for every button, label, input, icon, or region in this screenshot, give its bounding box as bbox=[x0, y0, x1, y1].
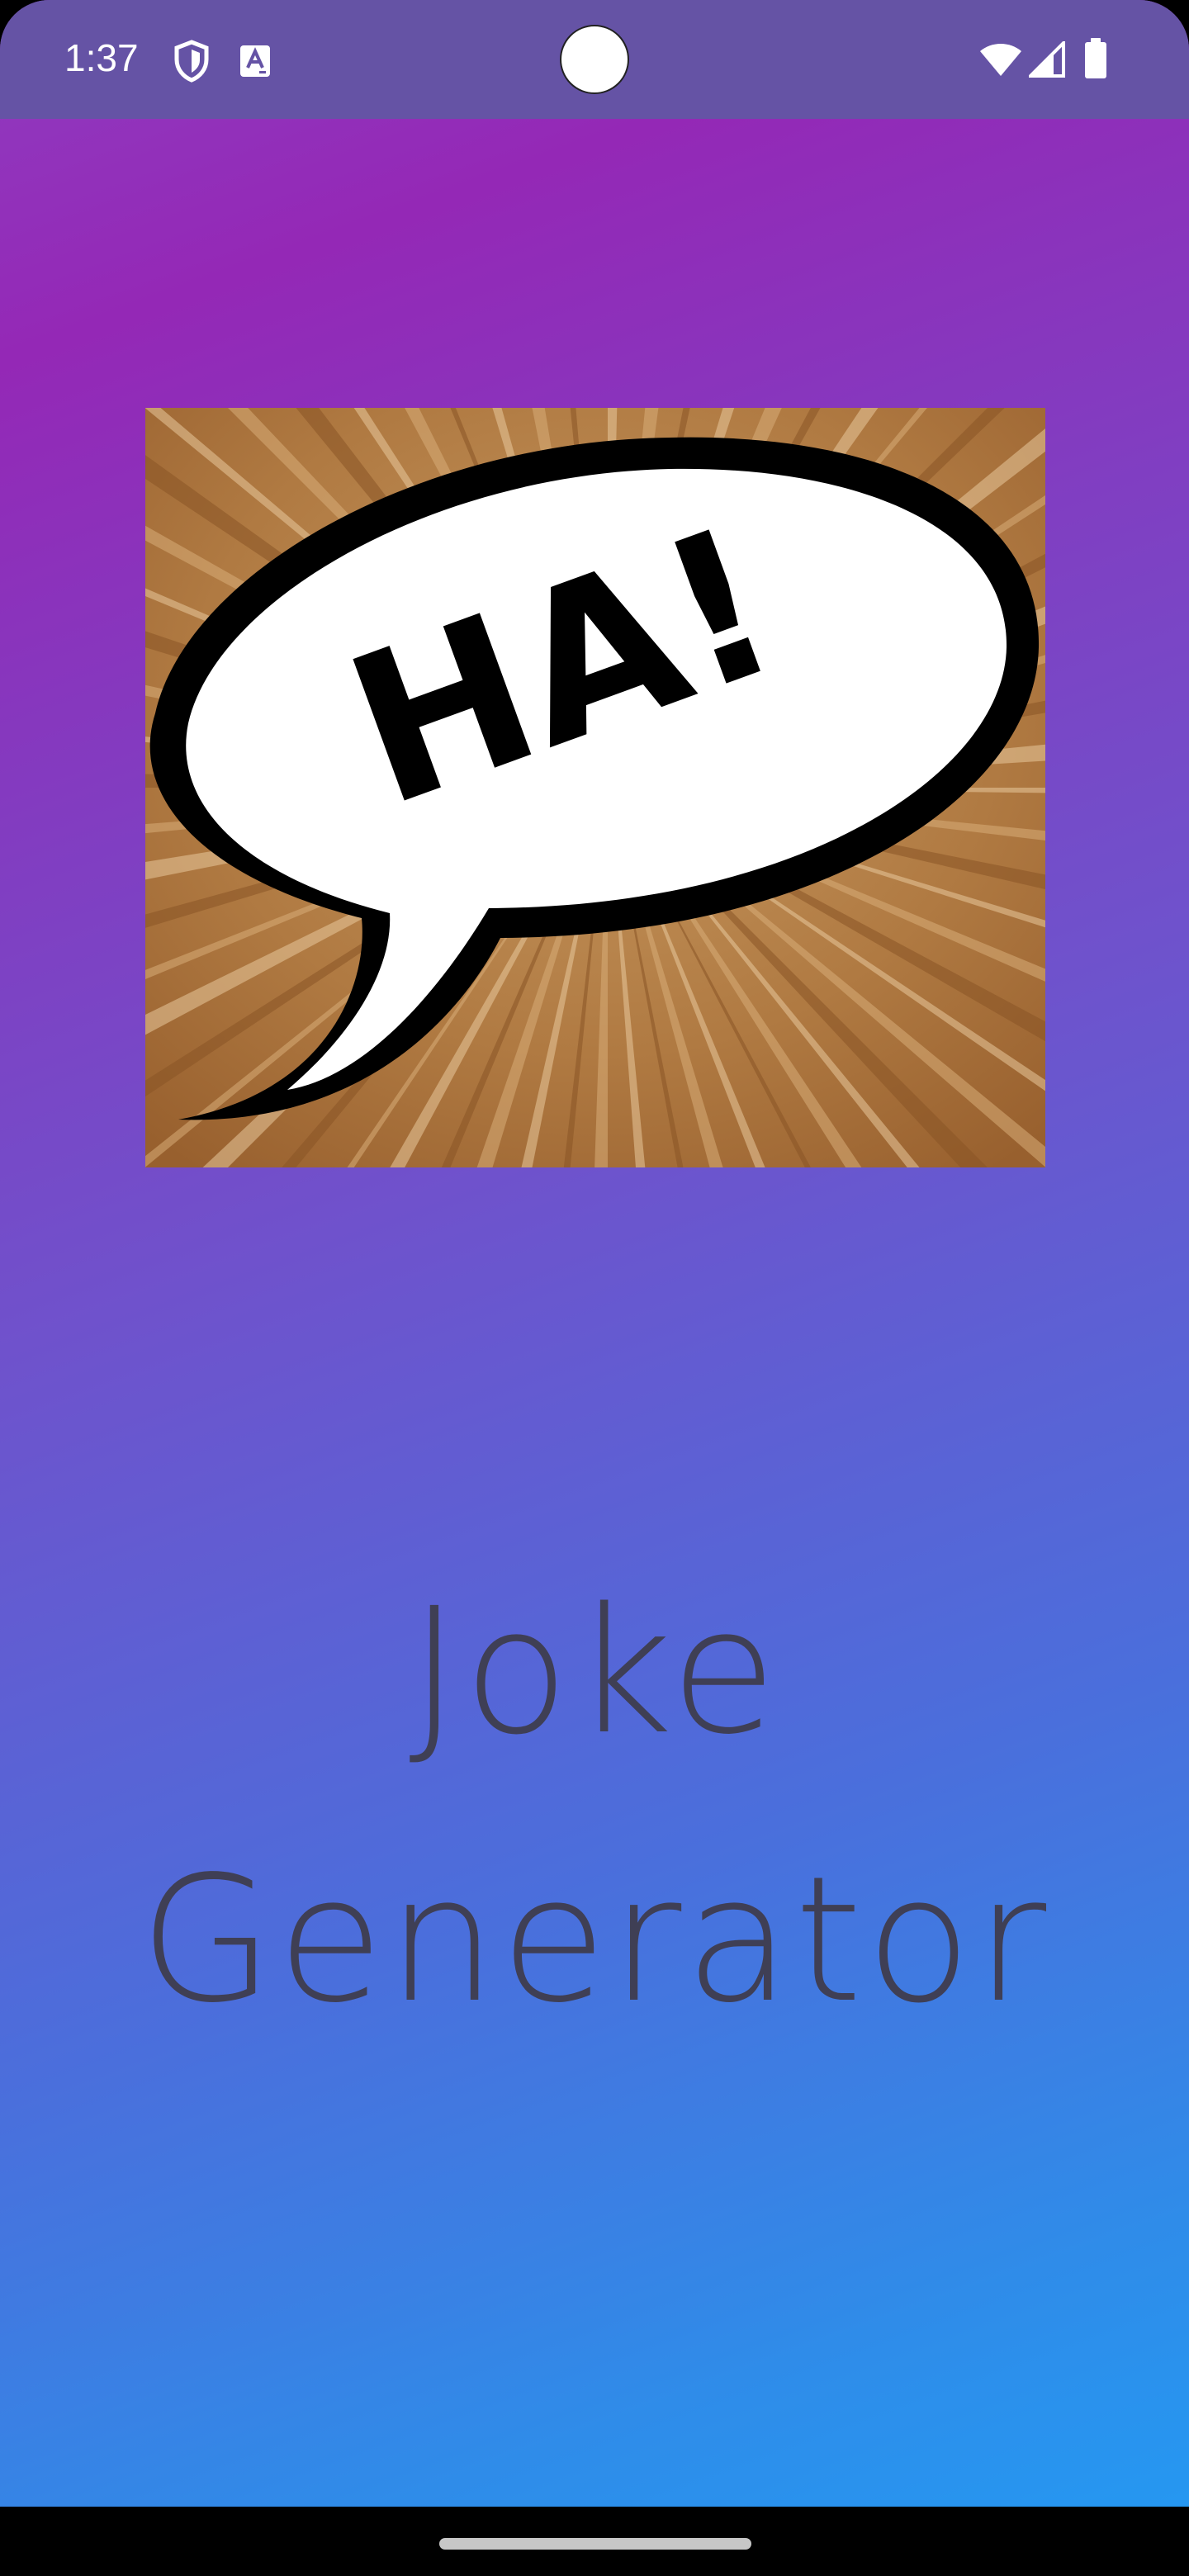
navigation-bar bbox=[0, 2507, 1189, 2576]
battery-icon bbox=[1085, 38, 1106, 78]
wifi-icon bbox=[980, 44, 1021, 76]
status-time: 1:37 bbox=[64, 36, 139, 79]
ha-speech-bubble-image: HA! bbox=[145, 408, 1045, 1167]
home-handle[interactable] bbox=[439, 2538, 751, 2550]
shield-icon bbox=[174, 40, 209, 83]
signal-icon bbox=[1029, 41, 1065, 78]
font-a-icon bbox=[240, 45, 270, 77]
status-bar: 1:37 bbox=[0, 0, 1189, 119]
app-screen: 1:37 HA! Joke Generator bbox=[0, 0, 1189, 2576]
app-title-line-2: Generator bbox=[139, 1839, 1050, 2041]
app-title-line-1: Joke bbox=[409, 1570, 780, 1773]
front-camera bbox=[560, 25, 629, 94]
